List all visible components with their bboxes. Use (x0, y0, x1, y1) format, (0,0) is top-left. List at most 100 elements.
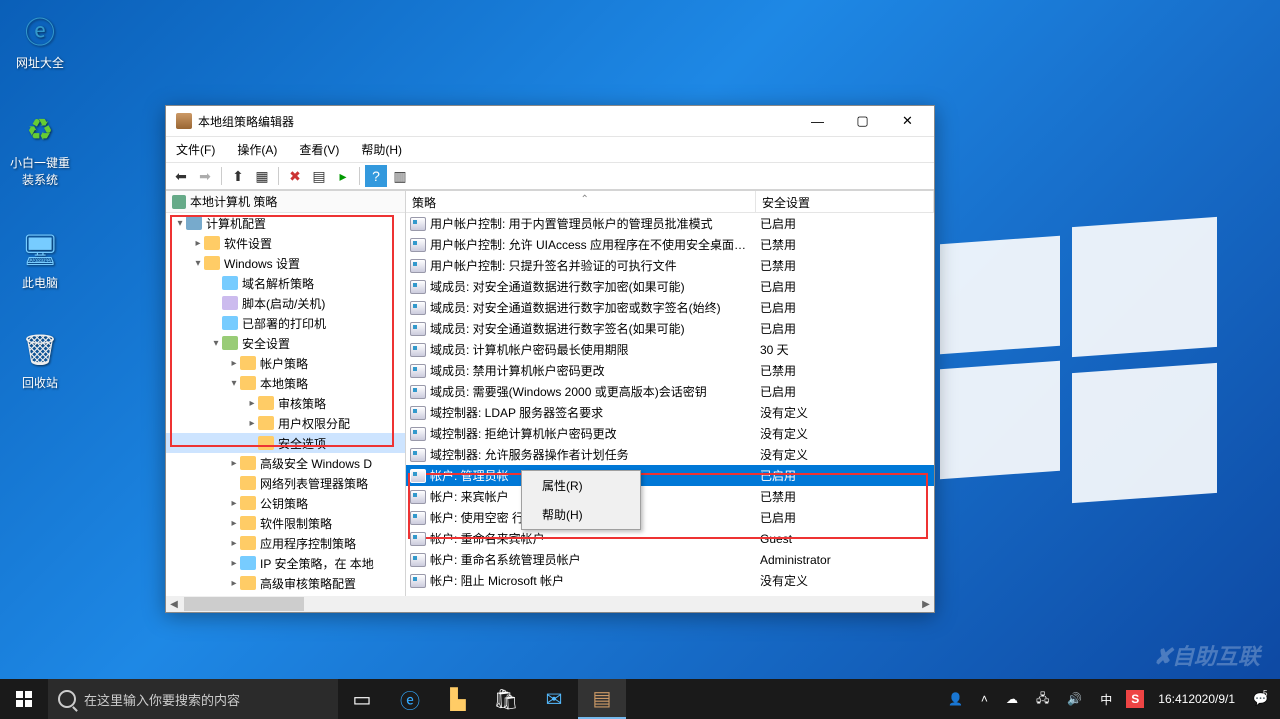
close-button[interactable]: ✕ (885, 107, 930, 135)
expand-icon[interactable]: ▸ (228, 538, 240, 549)
policy-row[interactable]: 域成员: 需要强(Windows 2000 或更高版本)会话密钥已启用 (406, 381, 934, 402)
search-box[interactable]: 在这里输入你要搜索的内容 (48, 679, 338, 719)
ctx-properties[interactable]: 属性(R) (522, 471, 640, 500)
tray-notifications[interactable]: 💬5 (1249, 679, 1272, 719)
tree-node[interactable]: ▾Windows 设置 (166, 253, 405, 273)
tray-ime-zh[interactable]: 中 (1096, 679, 1116, 719)
expand-icon[interactable]: ▾ (174, 218, 186, 229)
refresh-button[interactable]: ▸ (332, 165, 354, 187)
delete-button[interactable]: ✖ (284, 165, 306, 187)
help-button[interactable]: ? (365, 165, 387, 187)
tree-header[interactable]: 本地计算机 策略 (166, 191, 405, 213)
expand-icon[interactable]: ▸ (228, 578, 240, 589)
desktop-icon-reinstall[interactable]: ♻小白一键重装系统 (8, 110, 72, 188)
menu-file[interactable]: 文件(F) (172, 139, 219, 160)
expand-icon[interactable]: ▸ (228, 498, 240, 509)
tray-onedrive-icon[interactable]: ☁ (1002, 679, 1022, 719)
tree-node[interactable]: 网络列表管理器策略 (166, 473, 405, 493)
policy-row[interactable]: 域成员: 对安全通道数据进行数字签名(如果可能)已启用 (406, 318, 934, 339)
tray-people[interactable]: 👤 (944, 679, 967, 719)
properties-button[interactable]: ▤ (308, 165, 330, 187)
policy-row[interactable]: 帐户: 重命名来宾帐户Guest (406, 528, 934, 549)
tree-label: 帐户策略 (260, 355, 308, 372)
tree-node[interactable]: ▸高级安全 Windows D (166, 453, 405, 473)
tray-volume-icon[interactable]: 🔊 (1063, 679, 1086, 719)
folder-icon (258, 416, 274, 430)
tree-node[interactable]: ▸软件设置 (166, 233, 405, 253)
expand-icon[interactable]: ▾ (192, 258, 204, 269)
tray-clock[interactable]: 16:41 2020/9/1 (1154, 679, 1239, 719)
back-button[interactable]: ⬅ (170, 165, 192, 187)
tree-node[interactable]: ▾计算机配置 (166, 213, 405, 233)
tree-node[interactable]: ▸软件限制策略 (166, 513, 405, 533)
policy-row[interactable]: 域成员: 计算机帐户密码最长使用期限30 天 (406, 339, 934, 360)
tree-node[interactable]: ▸用户权限分配 (166, 413, 405, 433)
expand-icon[interactable]: ▸ (228, 358, 240, 369)
expand-icon[interactable]: ▸ (192, 238, 204, 249)
menu-help[interactable]: 帮助(H) (357, 139, 406, 160)
tray-chevron-up-icon[interactable]: ˄ (977, 679, 992, 719)
tree-node[interactable]: 已部署的打印机 (166, 313, 405, 333)
tree-node[interactable]: ▾本地策略 (166, 373, 405, 393)
tree-node[interactable]: 安全选项 (166, 433, 405, 453)
show-hide-button[interactable]: ▦ (251, 165, 273, 187)
expand-icon[interactable]: ▾ (210, 338, 222, 349)
task-view-button[interactable]: ▭ (338, 679, 386, 719)
tree-node[interactable]: 域名解析策略 (166, 273, 405, 293)
col-policy[interactable]: 策略 (406, 191, 756, 212)
forward-button[interactable]: ➡ (194, 165, 216, 187)
policy-row[interactable]: 用户帐户控制: 用于内置管理员帐户的管理员批准模式已启用 (406, 213, 934, 234)
policy-row[interactable]: 帐户: 阻止 Microsoft 帐户没有定义 (406, 570, 934, 591)
expand-icon[interactable]: ▾ (228, 378, 240, 389)
task-edge[interactable]: ⓔ (386, 679, 434, 719)
tray-network-icon[interactable]: 🖧 (1032, 679, 1053, 719)
start-button[interactable] (0, 679, 48, 719)
desktop-icon-thispc[interactable]: 🖥此电脑 (8, 230, 72, 291)
task-explorer[interactable]: ▙ (434, 679, 482, 719)
expand-icon[interactable]: ▸ (228, 518, 240, 529)
policy-row[interactable]: 用户帐户控制: 允许 UIAccess 应用程序在不使用安全桌面…已禁用 (406, 234, 934, 255)
policy-row[interactable]: 域成员: 对安全通道数据进行数字加密或数字签名(始终)已启用 (406, 297, 934, 318)
tree-node[interactable]: ▸高级审核策略配置 (166, 573, 405, 593)
policy-row[interactable]: 域成员: 禁用计算机帐户密码更改已禁用 (406, 360, 934, 381)
tree-node[interactable]: ▸ 帐户策略 (166, 353, 405, 373)
up-button[interactable]: ⬆ (227, 165, 249, 187)
policy-row[interactable]: 域控制器: 拒绝计算机帐户密码更改没有定义 (406, 423, 934, 444)
tree-node[interactable]: 脚本(启动/关机) (166, 293, 405, 313)
tree-node[interactable]: ▸ 应用程序控制策略 (166, 533, 405, 553)
menu-view[interactable]: 查看(V) (295, 139, 343, 160)
tree-node[interactable]: ▸审核策略 (166, 393, 405, 413)
ctx-help[interactable]: 帮助(H) (522, 500, 640, 529)
policy-row[interactable]: 帐户: 重命名系统管理员帐户Administrator (406, 549, 934, 570)
maximize-button[interactable]: ▢ (840, 107, 885, 135)
policy-row[interactable]: 域成员: 对安全通道数据进行数字加密(如果可能)已启用 (406, 276, 934, 297)
expand-icon[interactable]: ▸ (246, 418, 258, 429)
policy-row[interactable]: 帐户: 管理员帐已启用 (406, 465, 934, 486)
policy-row[interactable]: 域控制器: 允许服务器操作者计划任务没有定义 (406, 444, 934, 465)
desktop-icon-browser[interactable]: ⓔ网址大全 (8, 10, 72, 71)
titlebar[interactable]: 本地组策略编辑器 ― ▢ ✕ (166, 106, 934, 136)
task-gpedit[interactable]: ▤ (578, 679, 626, 719)
tree-node[interactable]: ▸IP 安全策略，在 本地 (166, 553, 405, 573)
task-mail[interactable]: ✉ (530, 679, 578, 719)
tree-node[interactable]: ▾安全设置 (166, 333, 405, 353)
tree-hscrollbar[interactable]: ◀▶ (166, 596, 934, 612)
policy-row[interactable]: 域控制器: LDAP 服务器签名要求没有定义 (406, 402, 934, 423)
tree-node[interactable]: ▸公钥策略 (166, 493, 405, 513)
policy-row[interactable]: 帐户: 使用空密 行控制台登录已启用 (406, 507, 934, 528)
tray-ime-sogou[interactable]: S (1126, 690, 1144, 708)
policy-icon (410, 511, 426, 525)
expand-icon[interactable]: ▸ (246, 398, 258, 409)
menu-action[interactable]: 操作(A) (233, 139, 281, 160)
desktop-icon-label: 网址大全 (8, 54, 72, 71)
col-setting[interactable]: 安全设置 (756, 191, 934, 212)
minimize-button[interactable]: ― (795, 107, 840, 135)
policy-row[interactable]: 用户帐户控制: 只提升签名并验证的可执行文件已禁用 (406, 255, 934, 276)
tree-label: 应用程序控制策略 (260, 535, 356, 552)
task-store[interactable]: 🛍 (482, 679, 530, 719)
expand-icon[interactable]: ▸ (228, 558, 240, 569)
export-button[interactable]: ▥ (389, 165, 411, 187)
desktop-icon-recyclebin[interactable]: 🗑回收站 (8, 330, 72, 391)
policy-row[interactable]: 帐户: 来宾帐户已禁用 (406, 486, 934, 507)
expand-icon[interactable]: ▸ (228, 458, 240, 469)
